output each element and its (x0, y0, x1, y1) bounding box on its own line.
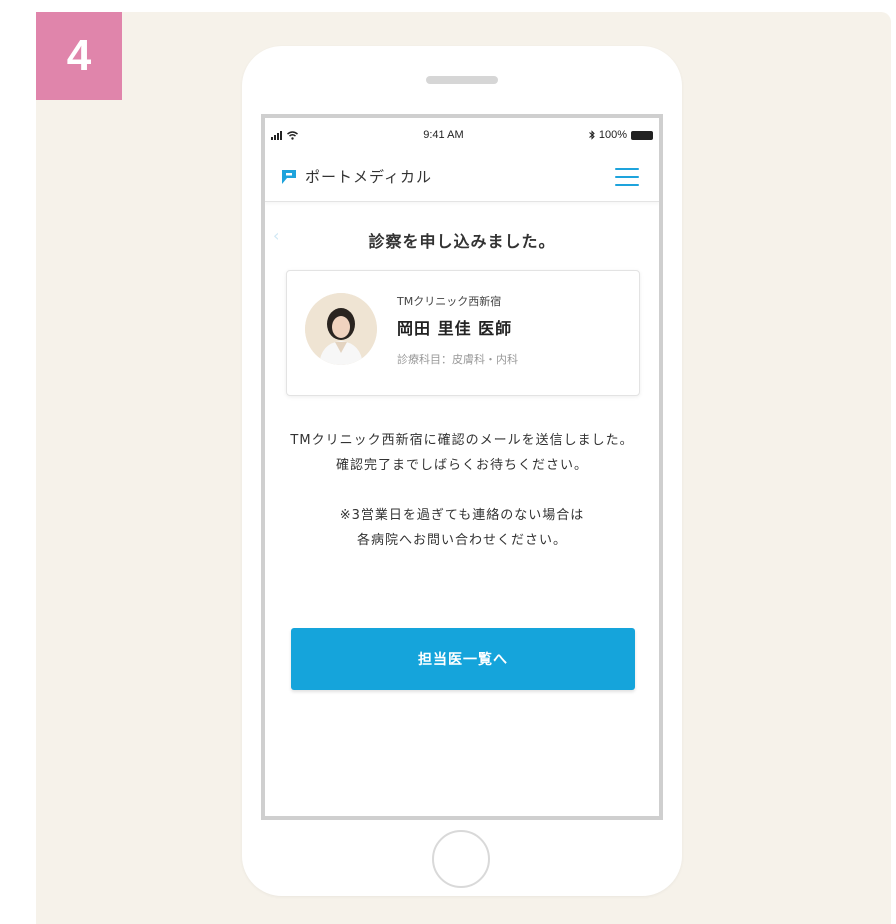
message-line-1: TMクリニック西新宿に確認のメールを送信しました。 (290, 433, 634, 448)
doctor-card[interactable]: TMクリニック西新宿 岡田 里佳 医師 診療科目：皮膚科・内科 (286, 270, 640, 396)
status-right: 100% (589, 129, 653, 141)
logo[interactable]: ポートメディカル (279, 166, 432, 187)
doctor-photo (305, 293, 377, 365)
doctor-department: 診療科目：皮膚科・内科 (397, 353, 518, 366)
step-badge: 4 (36, 12, 122, 100)
phone-frame: 9:41 AM 100% ポートメディカル ‹ 診察を申し込みました。 TMクリ… (242, 46, 682, 896)
back-icon[interactable]: ‹ (273, 226, 279, 245)
bluetooth-icon (589, 130, 595, 140)
note-line-2: 各病院へお問い合わせください。 (356, 533, 567, 548)
confirmation-message: TMクリニック西新宿に確認のメールを送信しました。 確認完了までしばらくお待ちく… (265, 428, 659, 578)
signal-icon (271, 130, 282, 140)
doctor-name: 岡田 里佳 医師 (397, 319, 513, 338)
status-time: 9:41 AM (423, 129, 464, 141)
wifi-icon (287, 130, 298, 140)
note-line-1: ※3営業日を過ぎても連絡のない場合は (339, 508, 585, 523)
menu-icon[interactable] (615, 167, 639, 186)
phone-screen: 9:41 AM 100% ポートメディカル ‹ 診察を申し込みました。 TMクリ… (261, 114, 663, 820)
message-line-2: 確認完了までしばらくお待ちください。 (335, 458, 588, 473)
logo-icon (282, 169, 296, 184)
phone-speaker (426, 76, 498, 84)
status-left (271, 130, 298, 140)
home-button[interactable] (432, 830, 490, 888)
page-title: 診察を申し込みました。 (368, 232, 556, 251)
battery-icon (631, 130, 653, 140)
battery-level: 100% (598, 129, 627, 141)
app-header: ポートメディカル (265, 152, 659, 202)
doctor-list-button[interactable]: 担当医一覧へ (291, 628, 635, 690)
doctor-avatar (305, 293, 377, 365)
clinic-name: TMクリニック西新宿 (397, 295, 502, 308)
logo-text: ポートメディカル (305, 168, 432, 186)
status-bar: 9:41 AM 100% (265, 118, 659, 152)
